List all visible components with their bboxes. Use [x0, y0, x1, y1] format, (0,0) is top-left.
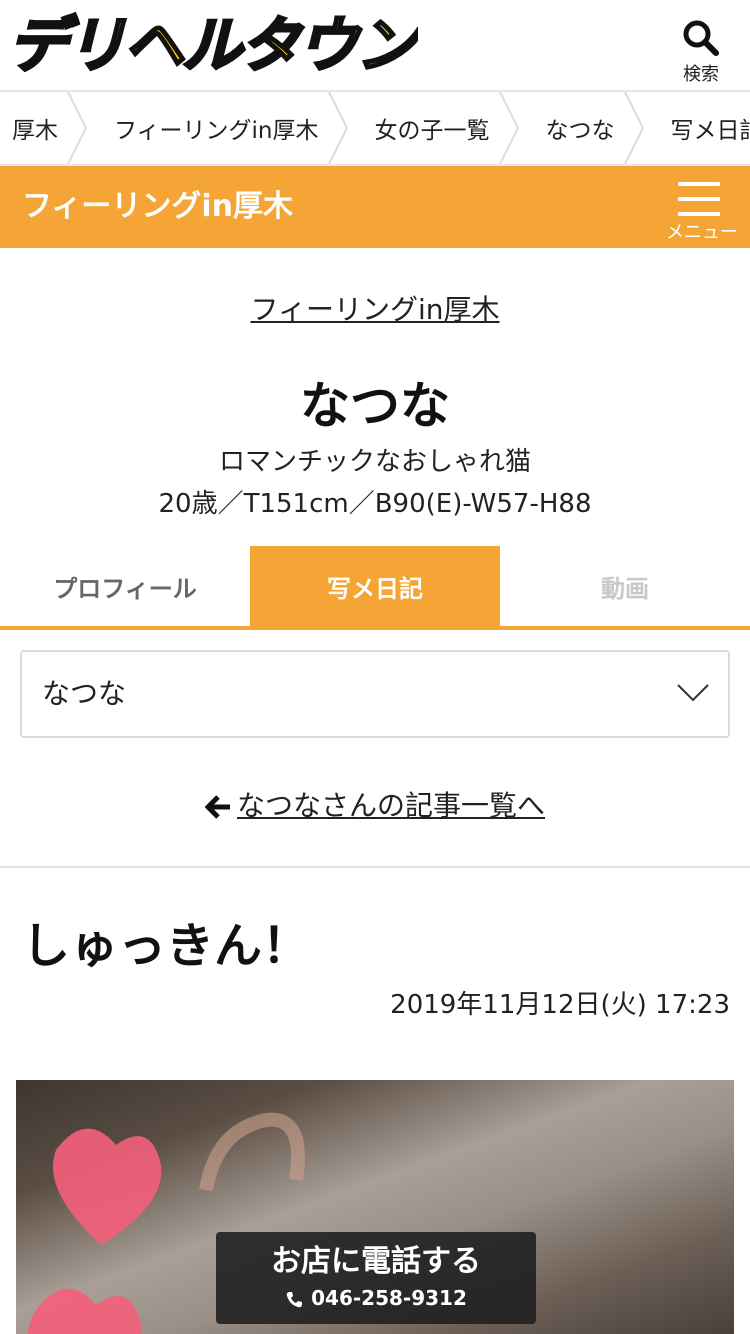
arrow-left-icon — [204, 795, 230, 819]
shop-link[interactable]: フィーリングin厚木 — [251, 293, 500, 326]
call-shop-number-row: 046-258-9312 — [216, 1286, 536, 1310]
site-header: デリヘルタウン 検索 — [0, 0, 750, 90]
breadcrumb-item-area[interactable]: 厚木 — [0, 92, 88, 164]
back-link-container: なつなさんの記事一覧へ — [0, 784, 750, 824]
breadcrumb: 厚木 フィーリングin厚木 女の子一覧 なつな 写メ日記 — [0, 90, 750, 166]
profile-tabs: プロフィール 写メ日記 動画 — [0, 546, 750, 630]
shop-bar-title[interactable]: フィーリングin厚木 — [22, 166, 293, 248]
breadcrumb-item-shop[interactable]: フィーリングin厚木 — [86, 92, 348, 164]
shop-bar: フィーリングin厚木 メニュー — [0, 166, 750, 248]
girl-spec: 20歳／T151cm／B90(E)-W57-H88 — [158, 489, 592, 519]
phone-icon — [286, 1291, 303, 1307]
tab-video[interactable]: 動画 — [500, 546, 750, 626]
call-shop-label: お店に電話する — [271, 1244, 481, 1279]
breadcrumb-label: なつな — [545, 118, 615, 144]
breadcrumb-item-diary[interactable]: 写メ日記 — [643, 92, 750, 164]
girl-select-value: なつな — [42, 677, 127, 710]
girl-select[interactable]: なつな — [20, 650, 730, 738]
breadcrumb-label: フィーリングin厚木 — [114, 118, 319, 144]
girl-name: なつな — [300, 377, 450, 435]
menu-button[interactable]: メニュー — [662, 180, 742, 244]
breadcrumb-item-girls[interactable]: 女の子一覧 — [347, 92, 519, 164]
tab-profile[interactable]: プロフィール — [0, 546, 250, 626]
breadcrumb-label: 写メ日記 — [670, 118, 750, 144]
search-button[interactable]: 検索 — [674, 18, 728, 86]
divider — [0, 866, 750, 868]
breadcrumb-separator-icon — [623, 92, 644, 164]
call-shop-number: 046-258-9312 — [311, 1286, 467, 1310]
breadcrumb-label: 厚木 — [12, 118, 58, 144]
menu-label: メニュー — [666, 222, 738, 243]
search-icon — [683, 20, 719, 56]
post-date: 2019年11月12日(火) 17:23 — [390, 990, 730, 1020]
tab-photo-diary[interactable]: 写メ日記 — [250, 546, 500, 626]
breadcrumb-separator-icon — [327, 92, 348, 164]
breadcrumb-separator-icon — [498, 92, 519, 164]
breadcrumb-label: 女の子一覧 — [374, 118, 490, 144]
back-to-articles-link[interactable]: なつなさんの記事一覧へ — [237, 789, 545, 822]
site-logo[interactable]: デリヘルタウン — [8, 10, 418, 82]
logo-text: デリヘルタウン — [8, 10, 418, 82]
call-shop-button[interactable]: お店に電話する 046-258-9312 — [216, 1232, 536, 1324]
post-title: しゅっきん！ — [22, 918, 311, 974]
hamburger-icon — [678, 182, 720, 216]
girl-catchphrase: ロマンチックなおしゃれ猫 — [218, 447, 531, 477]
shop-link-container: フィーリングin厚木 — [0, 288, 750, 328]
breadcrumb-separator-icon — [67, 92, 88, 164]
search-label: 検索 — [683, 64, 719, 85]
chevron-down-icon — [677, 684, 709, 702]
breadcrumb-item-girl[interactable]: なつな — [518, 92, 644, 164]
